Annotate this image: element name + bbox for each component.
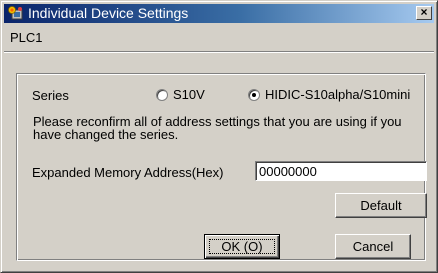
memory-address-label: Expanded Memory Address(Hex) xyxy=(32,165,224,180)
radio-hidic-s10alpha-label: HIDIC-S10alpha/S10mini xyxy=(265,87,411,102)
default-button-label: Default xyxy=(360,198,402,213)
window-title: Individual Device Settings xyxy=(28,5,189,21)
radio-s10v-label: S10V xyxy=(173,87,205,102)
ok-button[interactable]: OK (O) xyxy=(204,234,280,259)
radio-hidic-s10alpha-indicator[interactable] xyxy=(248,88,260,101)
close-icon: × xyxy=(420,5,428,19)
cancel-button[interactable]: Cancel xyxy=(335,234,411,259)
title-bar[interactable]: Individual Device Settings × xyxy=(4,4,434,23)
radio-hidic-s10alpha[interactable]: HIDIC-S10alpha/S10mini xyxy=(248,87,410,102)
cancel-button-label: Cancel xyxy=(352,239,394,254)
memory-address-input[interactable] xyxy=(255,161,427,181)
ok-button-label: OK (O) xyxy=(221,239,263,254)
default-button[interactable]: Default xyxy=(335,193,427,218)
reconfirm-note: Please reconfirm all of address settings… xyxy=(33,114,402,142)
radio-s10v-indicator[interactable] xyxy=(156,88,168,101)
radio-s10v[interactable]: S10V xyxy=(156,87,205,102)
device-settings-icon xyxy=(8,6,23,20)
series-label: Series xyxy=(32,88,69,103)
device-name: PLC1 xyxy=(10,30,43,45)
header-separator xyxy=(4,51,434,53)
dialog-window: Individual Device Settings × PLC1 Series… xyxy=(0,0,438,273)
close-button[interactable]: × xyxy=(416,6,432,20)
